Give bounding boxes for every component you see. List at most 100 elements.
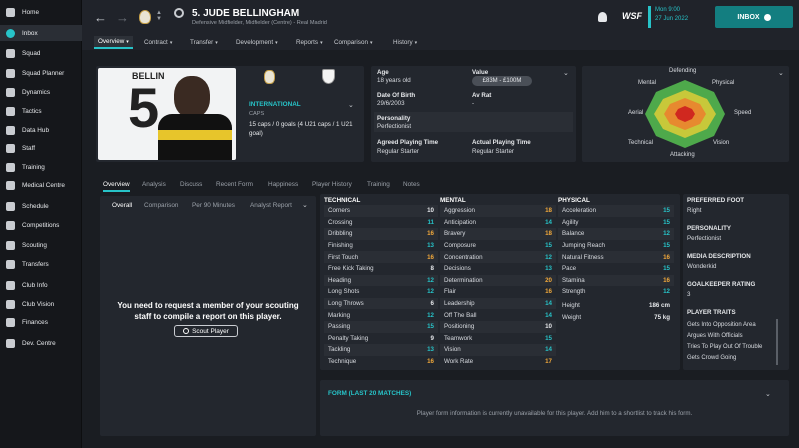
sidebar-item-training[interactable]: Training	[0, 159, 82, 175]
sidebar-item-dynamics[interactable]: Dynamics	[0, 84, 82, 100]
attribute-value: 6	[430, 300, 434, 308]
technical-attribute-row: Dribbling 16	[324, 228, 438, 240]
search-icon[interactable]	[174, 8, 184, 18]
actual-time-value: Regular Starter	[472, 148, 514, 155]
physical-attribute-row: Natural Fitness 16	[558, 251, 674, 263]
report-tab-comparison[interactable]: Comparison	[144, 202, 178, 209]
sidebar-item-tactics[interactable]: Tactics	[0, 103, 82, 119]
attribute-value: 14	[545, 346, 552, 354]
physical-attribute-row: Strength 12	[558, 286, 674, 298]
subtab-overview[interactable]: Overview	[103, 181, 130, 192]
sidebar-item-label: Competitions	[22, 221, 60, 229]
attribute-value: 11	[427, 218, 434, 226]
chevron-down-icon[interactable]: ⌄	[348, 101, 354, 109]
tab-history[interactable]: History ▾	[389, 36, 421, 49]
tactics-icon	[6, 106, 15, 116]
tab-label: History	[393, 39, 413, 46]
sidebar-item-dev-centre[interactable]: Dev. Centre	[0, 335, 82, 351]
subtab-training[interactable]: Training	[367, 181, 390, 188]
sidebar-item-inbox[interactable]: Inbox	[0, 25, 82, 41]
weight-row: Weight 75 kg	[558, 312, 674, 324]
sidebar-item-home[interactable]: Home	[0, 4, 82, 20]
chevron-down-icon: ▾	[215, 39, 218, 46]
value-badge[interactable]: £83M - £100M	[472, 76, 532, 86]
international-link[interactable]: INTERNATIONAL	[249, 101, 301, 108]
radar-label-technical: Technical	[628, 140, 654, 146]
attribute-value: 10	[427, 207, 434, 215]
form-message: Player form information is currently una…	[416, 410, 693, 417]
sidebar-item-club-info[interactable]: Club Info	[0, 277, 82, 293]
preferred-foot-label: PREFERRED FOOT	[687, 197, 745, 204]
sidebar-item-competitions[interactable]: Competitions	[0, 217, 82, 233]
report-tab-analyst-report[interactable]: Analyst Report	[250, 202, 292, 209]
tab-transfer[interactable]: Transfer ▾	[186, 36, 222, 49]
report-tab-overall[interactable]: Overall	[112, 202, 132, 209]
sidebar-item-transfers[interactable]: Transfers	[0, 256, 82, 272]
attribute-value: 12	[663, 288, 670, 296]
subtab-discuss[interactable]: Discuss	[180, 181, 202, 188]
age-value: 18 years old	[377, 77, 411, 84]
attribute-name: Teamwork	[444, 334, 473, 342]
chevron-down-icon[interactable]: ⌄	[563, 69, 569, 77]
subtab-notes[interactable]: Notes	[403, 181, 420, 188]
player-positions: Defensive Midfielder, Midfielder (Centre…	[192, 20, 327, 26]
club-badge-icon[interactable]	[139, 10, 151, 24]
age-label: Age	[377, 69, 389, 76]
radar-label-mental: Mental	[638, 80, 657, 86]
mental-attribute-row: Vision 14	[440, 344, 556, 356]
sidebar-item-squad-planner[interactable]: Squad Planner	[0, 65, 82, 81]
media-description-value: Wonderkid	[687, 263, 717, 270]
subtab-happiness[interactable]: Happiness	[268, 181, 298, 188]
technical-attribute-row: First Touch 16	[324, 251, 438, 263]
subtab-player-history[interactable]: Player History	[312, 181, 352, 188]
sidebar-item-finances[interactable]: Finances	[0, 314, 82, 330]
attribute-name: Tackling	[328, 346, 351, 354]
game-date[interactable]: Mon 9:00 27 Jun 2022	[648, 6, 708, 28]
technical-attribute-row: Technique 16	[324, 356, 438, 368]
club-crest-icon[interactable]	[264, 70, 275, 84]
tab-contract[interactable]: Contract ▾	[140, 36, 176, 49]
player-switch-icon[interactable]: ▲ ▼	[156, 10, 162, 22]
attribute-name: Marking	[328, 311, 351, 319]
sidebar-item-scouting[interactable]: Scouting	[0, 237, 82, 253]
avrat-value: -	[472, 100, 475, 107]
subtab-analysis[interactable]: Analysis	[142, 181, 166, 188]
sidebar-item-club-vision[interactable]: Club Vision	[0, 296, 82, 312]
scout-player-button[interactable]: Scout Player	[174, 325, 238, 337]
tab-comparison[interactable]: Comparison ▾	[330, 36, 376, 49]
personality-label: Personality	[377, 115, 411, 122]
chevron-down-icon[interactable]: ⌄	[302, 201, 308, 209]
notification-icon[interactable]	[598, 12, 607, 22]
report-tab-per-90-minutes[interactable]: Per 90 Minutes	[192, 202, 235, 209]
height-value: 186 cm	[649, 302, 670, 310]
attribute-value: 14	[545, 300, 552, 308]
sidebar-item-staff[interactable]: Staff	[0, 140, 82, 156]
squad-icon	[6, 48, 15, 58]
inbox-button[interactable]: INBOX	[715, 6, 793, 28]
goalkeeper-rating-value: 3	[687, 291, 691, 298]
back-arrow-icon[interactable]: ←	[94, 10, 107, 25]
traits-scrollbar[interactable]	[776, 319, 778, 365]
attribute-value: 12	[427, 311, 434, 319]
tab-label: Development	[236, 39, 274, 46]
tab-overview[interactable]: Overview ▾	[94, 36, 133, 49]
technical-attribute-row: Marking 12	[324, 309, 438, 321]
sidebar-item-medical-centre[interactable]: Medical Centre	[0, 177, 82, 193]
attribute-name: Anticipation	[444, 218, 476, 226]
sidebar-item-schedule[interactable]: Schedule	[0, 198, 82, 214]
mental-attribute-row: Work Rate 17	[440, 356, 556, 368]
chevron-down-icon[interactable]: ⌄	[778, 69, 784, 77]
sidebar-item-squad[interactable]: Squad	[0, 45, 82, 61]
tab-reports[interactable]: Reports ▾	[292, 36, 327, 49]
attribute-name: Aggression	[444, 207, 475, 215]
sidebar-item-data-hub[interactable]: Data Hub	[0, 122, 82, 138]
forward-arrow-icon[interactable]: →	[116, 10, 129, 25]
radar-label-speed: Speed	[734, 110, 752, 116]
subtab-recent-form[interactable]: Recent Form	[216, 181, 253, 188]
tab-label: Overview	[98, 38, 125, 45]
tab-development[interactable]: Development ▾	[232, 36, 282, 49]
form-heading[interactable]: FORM (LAST 20 MATCHES)	[328, 390, 411, 397]
medical-icon	[6, 180, 15, 190]
chevron-down-icon[interactable]: ⌄	[765, 390, 771, 398]
nation-crest-icon[interactable]	[322, 69, 335, 84]
